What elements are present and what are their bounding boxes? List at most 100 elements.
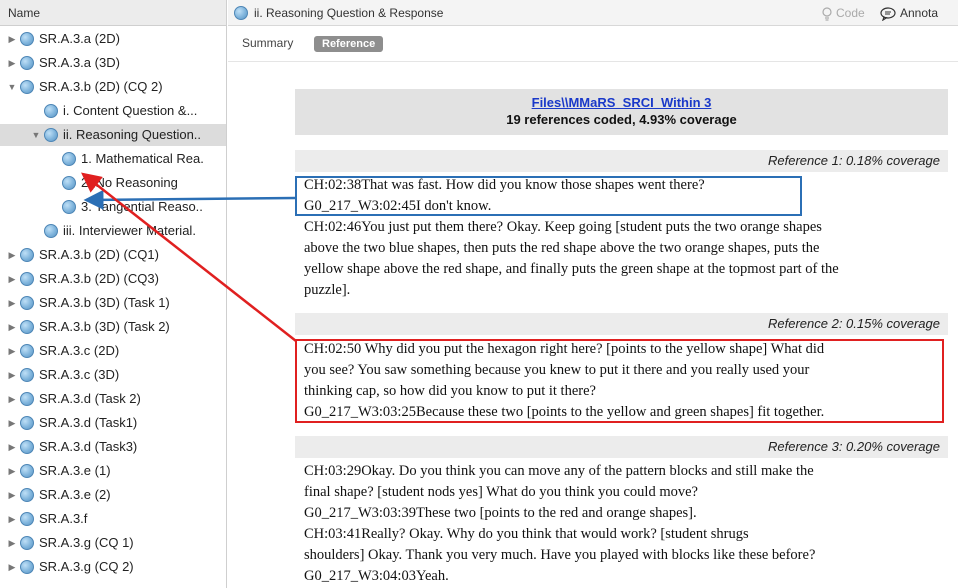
transcript-line: CH:03:41Really? Okay. Why do you think t…: [304, 526, 749, 542]
tree-node[interactable]: iii. Interviewer Material.: [0, 220, 226, 242]
tree-node-label: iii. Interviewer Material.: [63, 223, 196, 238]
annotate-button-label: Annota: [900, 6, 939, 20]
disclosure-collapsed-icon[interactable]: ▶: [6, 508, 18, 530]
node-icon: [20, 488, 34, 502]
tree-node[interactable]: ▶ SR.A.3.e (1): [0, 460, 226, 482]
node-icon: [44, 128, 58, 142]
tree-node-label: i. Content Question &...: [63, 103, 198, 118]
tree-node[interactable]: 3. Tangential Reaso..: [0, 196, 226, 218]
disclosure-collapsed-icon[interactable]: ▶: [6, 292, 18, 314]
transcript-line: shoulders] Okay. Thank you very much. Ha…: [304, 547, 816, 563]
tree-node[interactable]: ▶ SR.A.3.d (Task 2): [0, 388, 226, 410]
tree-node[interactable]: i. Content Question &...: [0, 100, 226, 122]
code-button-label: Code: [836, 6, 865, 20]
disclosure-collapsed-icon[interactable]: ▶: [6, 244, 18, 266]
disclosure-collapsed-icon[interactable]: ▶: [6, 364, 18, 386]
tree-node-label: SR.A.3.b (2D) (CQ3): [39, 271, 159, 286]
node-icon: [20, 512, 34, 526]
node-icon: [20, 56, 34, 70]
node-icon: [44, 104, 58, 118]
disclosure-collapsed-icon[interactable]: ▶: [6, 412, 18, 434]
transcript-line: you see? You saw something because you k…: [304, 362, 810, 378]
tree-node[interactable]: 2. No Reasoning: [0, 172, 226, 194]
tree-node[interactable]: ▶ SR.A.3.a (3D): [0, 52, 226, 74]
tree-node[interactable]: ▶ SR.A.3.e (2): [0, 484, 226, 506]
tree-node[interactable]: ▶ SR.A.3.d (Task3): [0, 436, 226, 458]
disclosure-collapsed-icon[interactable]: ▶: [6, 316, 18, 338]
tree-node[interactable]: ▶ SR.A.3.b (2D) (CQ1): [0, 244, 226, 266]
tree-node-label: SR.A.3.e (1): [39, 463, 111, 478]
reference-text: CH:02:50 Why did you put the hexagon rig…: [304, 339, 944, 423]
code-button[interactable]: Code: [822, 0, 865, 26]
tree-node[interactable]: ▶ SR.A.3.c (2D): [0, 340, 226, 362]
reference-text: CH:03:29Okay. Do you think you can move …: [304, 461, 944, 587]
transcript-line: final shape? [student nods yes] What do …: [304, 484, 698, 500]
tree-node[interactable]: ▶ SR.A.3.g (CQ 1): [0, 532, 226, 554]
node-icon: [44, 224, 58, 238]
disclosure-collapsed-icon[interactable]: ▶: [6, 388, 18, 410]
disclosure-collapsed-icon[interactable]: ▶: [6, 340, 18, 362]
node-icon: [20, 344, 34, 358]
detail-title: ii. Reasoning Question & Response: [254, 6, 444, 20]
disclosure-collapsed-icon[interactable]: ▶: [6, 52, 18, 74]
transcript-line: yellow shape above the red shape, and fi…: [304, 261, 839, 277]
disclosure-collapsed-icon[interactable]: ▶: [6, 484, 18, 506]
reference-view-panel: ii. Reasoning Question & Response Code A…: [228, 0, 958, 588]
disclosure-collapsed-icon[interactable]: ▶: [6, 460, 18, 482]
node-icon: [62, 176, 76, 190]
tree-node-label: SR.A.3.b (2D) (CQ1): [39, 247, 159, 262]
tree-node-label: SR.A.3.g (CQ 1): [39, 535, 134, 550]
disclosure-collapsed-icon[interactable]: ▶: [6, 28, 18, 50]
tree-node-label: SR.A.3.d (Task3): [39, 439, 138, 454]
file-reference-header: Files\\MMaRS_SRCI_Within 3 19 references…: [295, 89, 948, 135]
tab-summary[interactable]: Summary: [242, 36, 293, 50]
tree-node[interactable]: ▶ SR.A.3.a (2D): [0, 28, 226, 50]
node-icon: [20, 536, 34, 550]
node-icon: [234, 6, 248, 20]
disclosure-expanded-icon[interactable]: ▼: [30, 124, 42, 146]
tree-node-label: SR.A.3.a (2D): [39, 31, 120, 46]
tree-node-label: 2. No Reasoning: [81, 175, 178, 190]
tab-reference[interactable]: Reference: [314, 36, 384, 52]
node-icon: [20, 32, 34, 46]
file-link[interactable]: Files\\MMaRS_SRCI_Within 3: [295, 95, 948, 110]
transcript-line: CH:02:38That was fast. How did you know …: [304, 177, 705, 193]
tree-node[interactable]: ▼ SR.A.3.b (2D) (CQ 2): [0, 76, 226, 98]
transcript-line: thinking cap, so how did you know to put…: [304, 383, 596, 399]
tree-node[interactable]: ▶ SR.A.3.c (3D): [0, 364, 226, 386]
node-tree-panel: Name ▶ SR.A.3.a (2D) ▶ SR.A.3.a (3D) ▼ SR.A.3…: [0, 0, 227, 588]
transcript-line: puzzle].: [304, 282, 351, 298]
tree-node[interactable]: ▶ SR.A.3.b (3D) (Task 2): [0, 316, 226, 338]
tree-node-label: SR.A.3.d (Task1): [39, 415, 138, 430]
tree-node[interactable]: ▶ SR.A.3.b (2D) (CQ3): [0, 268, 226, 290]
node-icon: [20, 296, 34, 310]
annotate-button[interactable]: Annota: [880, 0, 938, 26]
tree-node-label: SR.A.3.a (3D): [39, 55, 120, 70]
transcript-line: CH:02:46You just put them there? Okay. K…: [304, 219, 822, 235]
node-icon: [20, 464, 34, 478]
name-column-header[interactable]: Name: [0, 0, 226, 26]
disclosure-collapsed-icon[interactable]: ▶: [6, 556, 18, 578]
disclosure-collapsed-icon[interactable]: ▶: [6, 436, 18, 458]
tree-node[interactable]: ▶ SR.A.3.g (CQ 2): [0, 556, 226, 578]
tree-node-label: SR.A.3.e (2): [39, 487, 111, 502]
tree-node-label: SR.A.3.c (2D): [39, 343, 120, 358]
tree-node-label: ii. Reasoning Question..: [63, 127, 202, 142]
tree-node-label: 3. Tangential Reaso..: [81, 199, 203, 214]
node-icon: [20, 368, 34, 382]
disclosure-collapsed-icon[interactable]: ▶: [6, 532, 18, 554]
disclosure-expanded-icon[interactable]: ▼: [6, 76, 18, 98]
tree-node-label: SR.A.3.b (2D) (CQ 2): [39, 79, 163, 94]
view-tabs: Summary Reference: [228, 26, 958, 62]
transcript-line: CH:03:29Okay. Do you think you can move …: [304, 463, 814, 479]
tree-node[interactable]: ▼ ii. Reasoning Question..: [0, 124, 226, 146]
tree-node[interactable]: ▶ SR.A.3.f: [0, 508, 226, 530]
tree-node[interactable]: 1. Mathematical Rea.: [0, 148, 226, 170]
node-icon: [20, 392, 34, 406]
disclosure-collapsed-icon[interactable]: ▶: [6, 268, 18, 290]
tree-node[interactable]: ▶ SR.A.3.b (3D) (Task 1): [0, 292, 226, 314]
tree-node[interactable]: ▶ SR.A.3.d (Task1): [0, 412, 226, 434]
tree-node-label: SR.A.3.g (CQ 2): [39, 559, 134, 574]
node-icon: [62, 200, 76, 214]
transcript-line: G0_217_W3:03:39These two [points to the …: [304, 505, 697, 521]
